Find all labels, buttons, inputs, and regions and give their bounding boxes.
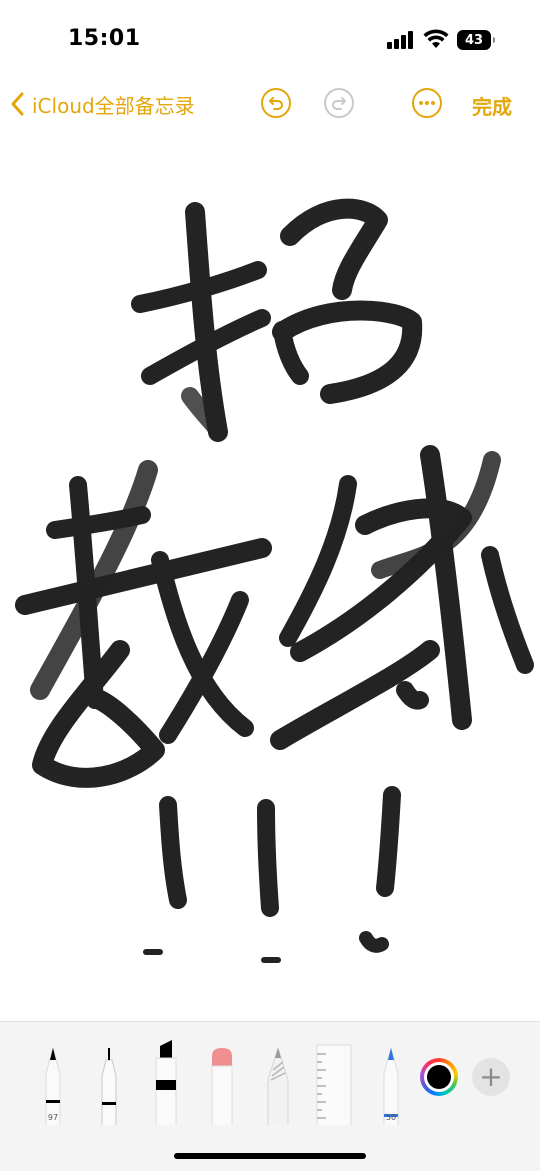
selected-color-swatch — [427, 1065, 451, 1089]
ink-stroke — [359, 931, 389, 953]
pen-tool[interactable]: 97 — [40, 1046, 66, 1127]
done-button[interactable]: 完成 — [472, 91, 512, 120]
fineliner-icon — [101, 1048, 117, 1127]
undo-button[interactable] — [261, 88, 291, 118]
ink-stroke — [15, 538, 272, 615]
back-button[interactable]: iCloud全部备忘录 — [10, 86, 195, 122]
ink-stroke — [280, 198, 388, 300]
markup-toolbar: 97 50 + — [0, 1021, 540, 1127]
ruler-tool[interactable] — [316, 1044, 352, 1127]
ink-stroke — [396, 681, 429, 710]
redo-icon — [332, 97, 346, 110]
marker-icon — [155, 1040, 177, 1127]
nav-bar: iCloud全部备忘录 完成 — [0, 80, 540, 130]
pen-tool-size: 97 — [47, 1113, 59, 1122]
battery-icon: 43 — [457, 30, 495, 50]
blue-pen-tool-size: 50 — [385, 1113, 397, 1122]
chevron-left-icon — [11, 92, 24, 116]
ink-stroke — [273, 321, 309, 385]
pencil-tool[interactable] — [264, 1046, 292, 1127]
more-button[interactable] — [412, 88, 442, 118]
back-button-label: iCloud全部备忘录 — [32, 93, 195, 118]
redo-button[interactable] — [324, 88, 354, 118]
ink-stroke — [376, 786, 401, 897]
drawing-canvas[interactable] — [0, 150, 540, 1020]
eraser-tool[interactable] — [208, 1046, 236, 1127]
pencil-icon — [267, 1046, 289, 1127]
battery-level: 43 — [464, 32, 484, 48]
ink-stroke — [481, 546, 534, 674]
eraser-icon — [211, 1048, 233, 1127]
undo-icon — [269, 97, 283, 110]
status-time: 15:01 — [68, 26, 141, 51]
ink-stroke — [151, 551, 254, 737]
marker-tool[interactable] — [152, 1032, 180, 1127]
add-button[interactable]: + — [472, 1058, 510, 1096]
cellular-signal-icon — [387, 31, 415, 49]
color-picker-button[interactable] — [420, 1058, 458, 1096]
ink-stroke — [159, 796, 187, 909]
ink-stroke — [257, 799, 279, 917]
ruler-icon — [316, 1044, 352, 1127]
ink-stroke — [279, 475, 357, 647]
wifi-icon — [423, 29, 449, 48]
status-bar: 15:01 43 — [0, 0, 540, 80]
blue-pen-tool[interactable]: 50 — [378, 1046, 404, 1127]
fineliner-tool[interactable] — [96, 1046, 122, 1127]
ink-stroke — [420, 445, 472, 730]
home-area — [0, 1125, 540, 1171]
plus-icon: + — [479, 1060, 503, 1093]
ellipsis-icon — [419, 101, 435, 105]
home-indicator[interactable] — [174, 1153, 366, 1159]
